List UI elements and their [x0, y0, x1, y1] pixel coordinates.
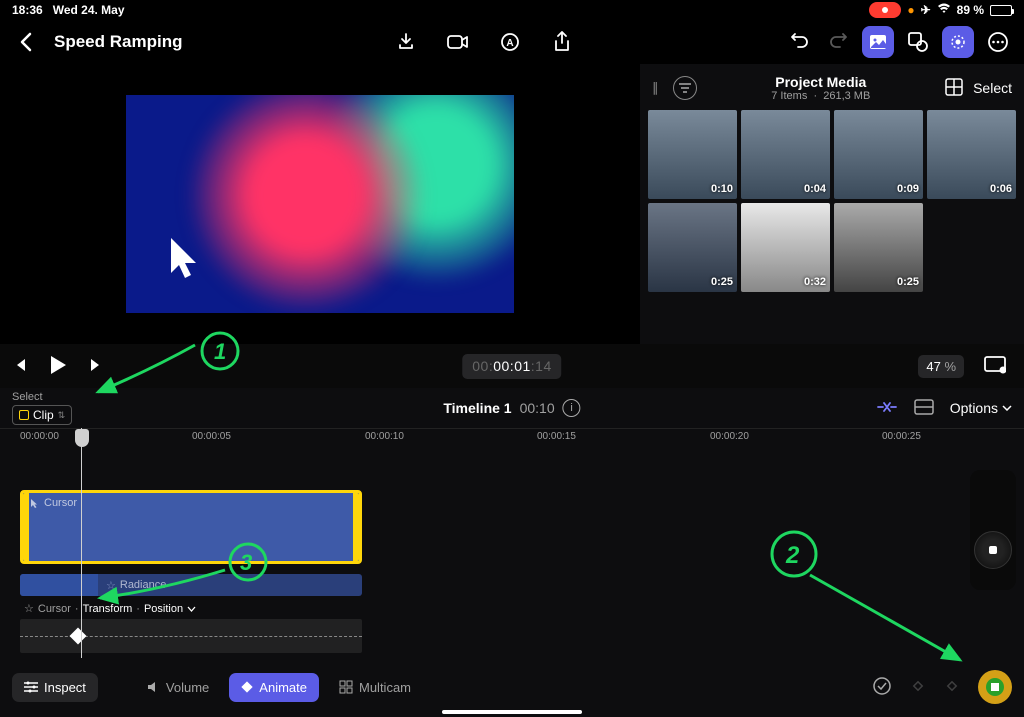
options-button[interactable]: Options [950, 400, 1012, 416]
chevron-down-icon [187, 606, 196, 612]
playhead-marker[interactable] [75, 429, 89, 447]
camera-icon[interactable] [444, 28, 472, 56]
sidebar-toggle-icon[interactable]: ∥ [652, 80, 659, 96]
star-icon: ☆ [106, 579, 116, 592]
timeline-header: Select Clip ⇅ Timeline 1 00:10 i Options [0, 388, 1024, 428]
zoom-display[interactable]: 47 % [918, 355, 964, 378]
viewer[interactable] [0, 64, 640, 344]
keyframe-diamond[interactable] [70, 628, 87, 645]
media-title: Project Media [697, 74, 946, 90]
grid-view-icon[interactable] [945, 78, 963, 99]
transport-bar: 00:00:01:14 47 % [0, 344, 1024, 388]
clip-label: Cursor [44, 497, 77, 509]
media-thumb[interactable]: 0:25 [648, 203, 737, 292]
media-thumb[interactable]: 0:06 [927, 110, 1016, 199]
overlays-button[interactable] [904, 28, 932, 56]
playhead-line [81, 428, 82, 658]
cursor-clip-icon [29, 498, 40, 509]
home-indicator [442, 710, 582, 714]
back-button[interactable] [12, 28, 40, 56]
import-icon[interactable] [392, 28, 420, 56]
select-button[interactable]: Select [973, 80, 1012, 96]
media-thumb[interactable]: 0:25 [834, 203, 923, 292]
status-time: 18:36 [12, 3, 43, 17]
undo-button[interactable] [786, 28, 814, 56]
timeline-ruler[interactable]: 00:00:00 00:00:05 00:00:10 00:00:15 00:0… [0, 428, 1024, 450]
svg-text:A: A [507, 38, 514, 49]
next-keyframe-icon[interactable] [944, 678, 960, 697]
timeline-tracks[interactable]: Cursor ☆ Radiance ☆ Cursor · Transform ·… [0, 450, 1024, 680]
page-title: Speed Ramping [54, 32, 182, 52]
voiceover-icon[interactable]: A [496, 28, 524, 56]
cursor-graphic-icon [166, 233, 206, 283]
add-keyframe-button[interactable] [978, 670, 1012, 704]
battery-pct: 89 % [957, 3, 984, 17]
animate-button[interactable]: Animate [229, 673, 319, 702]
top-bar: Speed Ramping A [0, 20, 1024, 64]
media-browser-button[interactable] [862, 26, 894, 58]
prev-frame-button[interactable] [12, 357, 28, 376]
effects-button[interactable] [942, 26, 974, 58]
chevron-up-down-icon: ⇅ [58, 410, 66, 421]
airplane-icon: ✈ [921, 3, 931, 17]
more-button[interactable] [984, 28, 1012, 56]
wifi-icon [937, 3, 951, 17]
jog-dial[interactable] [974, 531, 1012, 569]
recording-indicator-icon [869, 2, 901, 18]
multicam-button[interactable]: Multicam [327, 673, 423, 702]
status-bar: 18:36 Wed 24. May ● ✈ 89 % [0, 0, 1024, 20]
viewer-options-icon[interactable] [984, 356, 1006, 377]
clip-cursor[interactable]: Cursor [20, 490, 362, 564]
media-thumb[interactable]: 0:04 [741, 110, 830, 199]
timecode-display[interactable]: 00:00:01:14 [462, 354, 561, 379]
next-frame-button[interactable] [88, 357, 104, 376]
timeline-duration: 00:10 [520, 400, 555, 416]
preview-canvas [126, 95, 514, 313]
jog-wheel[interactable] [970, 470, 1016, 590]
star-icon: ☆ [24, 602, 34, 615]
orientation-lock-icon: ● [907, 3, 914, 17]
select-mode-label: Select [12, 391, 72, 403]
volume-button[interactable]: Volume [134, 673, 221, 702]
filter-button[interactable] [673, 76, 697, 100]
play-button[interactable] [48, 354, 68, 379]
battery-icon [990, 5, 1012, 16]
media-panel: ∥ Project Media 7 Items · 261,3 MB Selec… [640, 64, 1024, 344]
media-thumb[interactable]: 0:32 [741, 203, 830, 292]
appearance-icon[interactable] [914, 399, 934, 418]
status-date: Wed 24. May [53, 3, 125, 17]
timeline-title: Timeline 1 [443, 400, 511, 416]
media-grid: 0:10 0:04 0:09 0:06 0:25 0:32 0:25 [648, 110, 1016, 292]
clip-label: Radiance [120, 579, 166, 591]
bottom-toolbar: Inspect Volume Animate Multicam [0, 667, 1024, 707]
clip-mode-chip[interactable]: Clip ⇅ [12, 405, 72, 425]
keyframe-parameter-row[interactable]: ☆ Cursor · Transform · Position [20, 602, 1024, 615]
check-icon[interactable] [872, 676, 892, 699]
inspect-button[interactable]: Inspect [12, 673, 98, 702]
media-thumb[interactable]: 0:09 [834, 110, 923, 199]
media-subtitle: 7 Items · 261,3 MB [697, 90, 946, 102]
media-thumb[interactable]: 0:10 [648, 110, 737, 199]
snapping-icon[interactable] [876, 399, 898, 418]
share-icon[interactable] [548, 28, 576, 56]
redo-button[interactable] [824, 28, 852, 56]
clip-radiance[interactable]: ☆ Radiance [20, 574, 362, 596]
keyframe-track[interactable] [20, 619, 362, 653]
timeline-info-icon[interactable]: i [563, 399, 581, 417]
prev-keyframe-icon[interactable] [910, 678, 926, 697]
